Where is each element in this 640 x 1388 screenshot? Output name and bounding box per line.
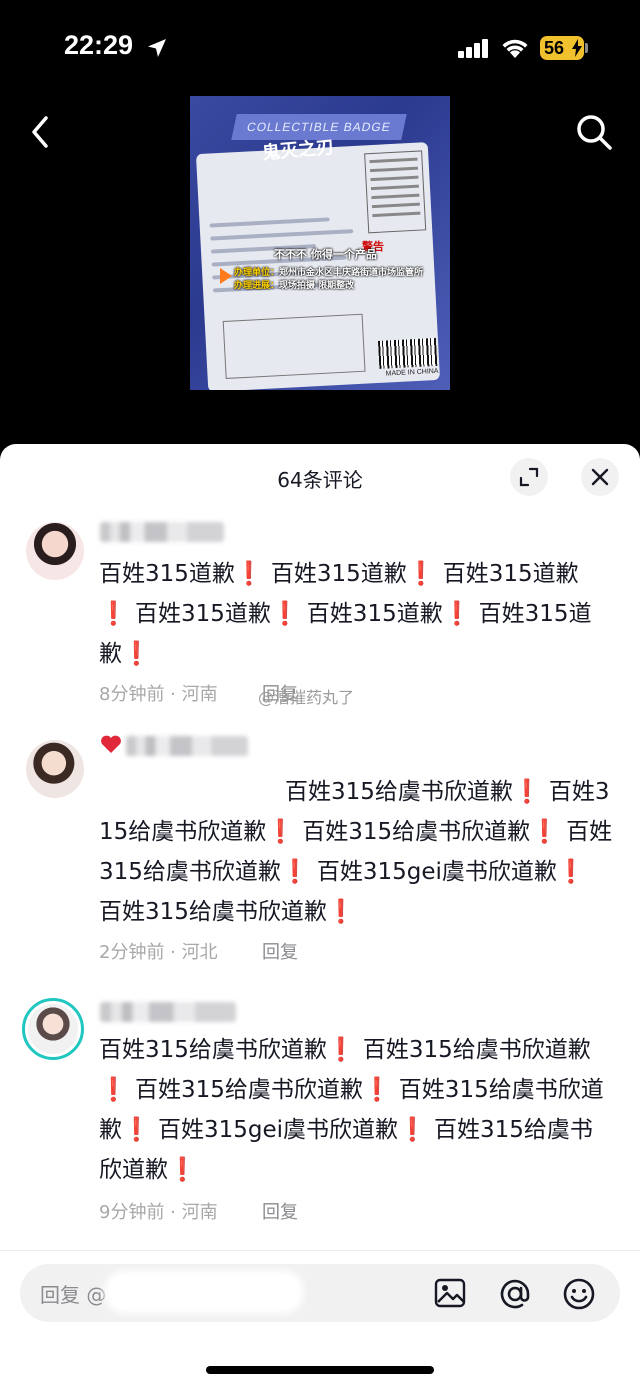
comment-sheet: 64条评论 百姓315道歉❗ 百姓315道歉❗ 百姓315道歉 ❗ 百姓315道歉… bbox=[0, 444, 640, 1388]
image-icon[interactable] bbox=[434, 1277, 466, 1309]
caption-handling-unit: 办理单位：郑州市金水区丰庆路街道市场监管所 bbox=[234, 268, 424, 278]
battery-tip bbox=[585, 43, 588, 53]
comment-location: 河南 bbox=[181, 1202, 218, 1223]
comment-location: 河北 bbox=[181, 942, 218, 963]
comment-location: 河南 bbox=[181, 684, 218, 705]
avatar-with-ring[interactable] bbox=[22, 998, 84, 1060]
cellular-signal-icon bbox=[458, 38, 490, 58]
close-button[interactable] bbox=[581, 458, 619, 496]
comment-input-bar[interactable]: 回复 @ bbox=[20, 1264, 620, 1322]
made-in-label: MADE IN CHINA bbox=[385, 367, 439, 378]
close-icon bbox=[591, 468, 609, 486]
comment-text: 百姓315给虞书欣道歉❗ 百姓315给虞书欣道歉❗ 百姓315给虞书欣道歉❗ 百… bbox=[99, 1037, 604, 1183]
home-indicator[interactable] bbox=[206, 1366, 434, 1374]
comment-meta: 2分钟前 · 河北 bbox=[99, 942, 218, 963]
reply-button[interactable]: 回复 bbox=[262, 1198, 298, 1224]
avatar-image bbox=[28, 1004, 78, 1054]
comment-time: 9分钟前 bbox=[99, 1202, 165, 1223]
username-blurred[interactable] bbox=[100, 1002, 236, 1022]
emoji-icon[interactable] bbox=[562, 1277, 596, 1311]
at-mention-icon[interactable] bbox=[498, 1277, 532, 1311]
username-blurred[interactable] bbox=[126, 736, 248, 756]
location-arrow-icon bbox=[148, 39, 166, 57]
avatar[interactable] bbox=[26, 522, 84, 580]
status-time: 22:29 bbox=[64, 30, 134, 60]
wifi-icon bbox=[502, 39, 528, 58]
reply-input[interactable]: 回复 @ bbox=[40, 1279, 106, 1308]
battery-level: 56 bbox=[544, 38, 565, 58]
warning-notice bbox=[364, 150, 427, 234]
video-caption: 不不不 你得一个产品 bbox=[274, 248, 377, 261]
status-bar: 22:29 56 bbox=[0, 0, 640, 96]
redacted-area bbox=[104, 1270, 304, 1314]
heart-icon bbox=[101, 735, 121, 753]
expand-icon bbox=[519, 467, 539, 487]
comment-meta: 8分钟前 · 河南 bbox=[99, 684, 218, 705]
avatar[interactable] bbox=[26, 740, 84, 798]
caption-progress: 办理进展：现场拍摄 限期整改 bbox=[234, 281, 355, 291]
play-icon bbox=[220, 268, 232, 284]
barcode bbox=[377, 337, 438, 369]
reply-button[interactable]: 回复 bbox=[262, 938, 298, 964]
divider bbox=[0, 1250, 640, 1251]
comment-text: 百姓315给虞书欣道歉❗ 百姓315给虞书欣道歉❗ 百姓315给虞书欣道歉❗ 百… bbox=[99, 779, 613, 925]
probability-table bbox=[222, 313, 366, 379]
search-icon[interactable] bbox=[574, 112, 614, 152]
video-player[interactable]: MADE IN CHINA COLLECTIBLE BADGE 鬼灭之刃 警告 … bbox=[190, 96, 450, 390]
chevron-left-icon[interactable] bbox=[24, 112, 60, 152]
username-blurred[interactable] bbox=[100, 522, 224, 542]
charging-bolt-icon bbox=[572, 39, 582, 57]
comment-time: 8分钟前 bbox=[99, 684, 165, 705]
expand-button[interactable] bbox=[510, 458, 548, 496]
watermark: @漕摧药丸了 bbox=[258, 688, 355, 707]
comment-meta: 9分钟前 · 河南 bbox=[99, 1202, 218, 1223]
comment-text: 百姓315道歉❗ 百姓315道歉❗ 百姓315道歉 ❗ 百姓315道歉❗ 百姓31… bbox=[99, 561, 592, 667]
battery-indicator: 56 bbox=[540, 36, 584, 60]
comment-time: 2分钟前 bbox=[99, 942, 165, 963]
